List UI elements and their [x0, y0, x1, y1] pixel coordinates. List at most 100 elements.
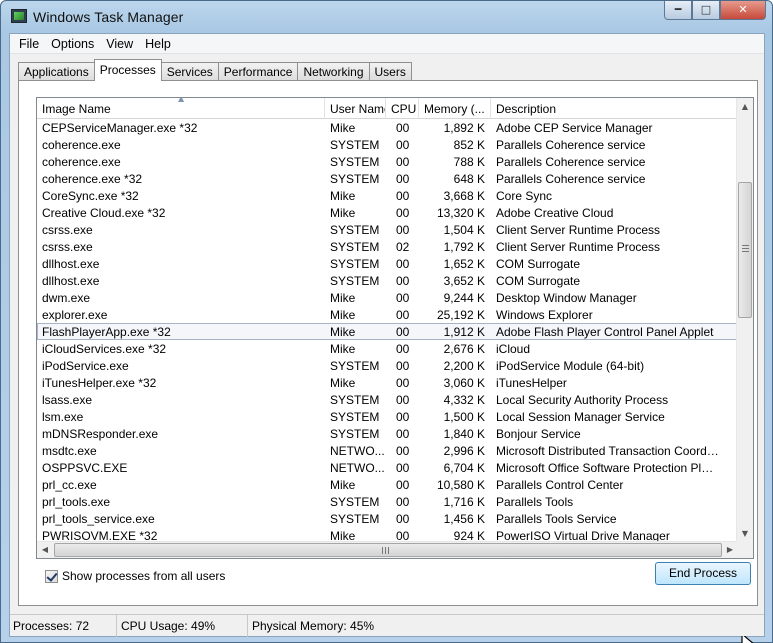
cell-user-name: NETWO... — [330, 460, 385, 475]
cell-description: Microsoft Office Software Protection Pla… — [496, 460, 719, 475]
cell-cpu: 00 — [396, 409, 410, 424]
table-row[interactable]: coherence.exe *32 SYSTEM 00 648 K Parallels … — [37, 170, 738, 187]
tab-performance[interactable]: Performance — [217, 62, 299, 81]
show-all-checkbox[interactable] — [45, 569, 58, 583]
cell-image-name: coherence.exe — [42, 154, 121, 169]
cell-description: iTunesHelper — [496, 375, 567, 390]
table-row[interactable]: coherence.exe SYSTEM 00 852 K Parallels Cohe… — [37, 136, 738, 153]
process-list[interactable]: ▲ Image Name User Name CPU Memory (... D… — [36, 97, 754, 559]
cell-memory: 9,244 K — [443, 290, 485, 305]
table-row[interactable]: csrss.exe SYSTEM 02 1,792 K Client Server Ru… — [37, 238, 738, 255]
window-title: Windows Task Manager — [33, 9, 184, 25]
horizontal-scroll-thumb[interactable] — [54, 543, 722, 557]
cell-description: Adobe Creative Cloud — [496, 205, 614, 220]
menu-options[interactable]: Options — [46, 34, 101, 53]
cell-user-name: SYSTEM — [330, 273, 380, 288]
cell-cpu: 00 — [396, 171, 410, 186]
table-row[interactable]: lsass.exe SYSTEM 00 4,332 K Local Security A… — [37, 391, 738, 408]
task-manager-window: Windows Task Manager ━ □ ✕ File Options … — [0, 0, 773, 643]
table-row[interactable]: coherence.exe SYSTEM 00 788 K Parallels Cohe… — [37, 153, 738, 170]
tab-users[interactable]: Users — [368, 62, 412, 81]
cell-description: Microsoft Distributed Transaction Coordi… — [496, 443, 719, 458]
cell-cpu: 00 — [396, 392, 410, 407]
vertical-scroll-thumb[interactable] — [738, 182, 752, 318]
table-row[interactable]: csrss.exe SYSTEM 00 1,504 K Client Server Ru… — [37, 221, 738, 238]
column-user-name[interactable]: User Name — [325, 98, 386, 119]
tab-networking[interactable]: Networking — [297, 62, 370, 81]
cell-cpu: 00 — [396, 222, 410, 237]
table-row[interactable]: CEPServiceManager.exe *32 Mike 00 1,892 K Ad… — [37, 119, 738, 136]
cell-cpu: 00 — [396, 426, 410, 441]
table-row[interactable]: prl_tools_service.exe SYSTEM 00 1,456 K Para… — [37, 510, 738, 527]
column-cpu[interactable]: CPU — [386, 98, 419, 119]
horizontal-scrollbar[interactable]: ◀ ▶ — [37, 541, 738, 558]
table-row[interactable]: iPodService.exe SYSTEM 00 2,200 K iPodServic… — [37, 357, 738, 374]
cell-cpu: 00 — [396, 324, 410, 339]
scroll-left-icon[interactable]: ◀ — [37, 542, 53, 558]
column-description[interactable]: Description — [491, 98, 738, 119]
table-row[interactable]: OSPPSVC.EXE NETWO... 00 6,704 K Microsoft Of… — [37, 459, 738, 476]
table-row[interactable]: dllhost.exe SYSTEM 00 1,652 K COM Surrogate — [37, 255, 738, 272]
minimize-button[interactable]: ━ — [664, 1, 692, 20]
table-row[interactable]: explorer.exe Mike 00 25,192 K Windows Explor… — [37, 306, 738, 323]
cell-user-name: SYSTEM — [330, 409, 380, 424]
show-all-processes-option[interactable]: Show processes from all users — [45, 569, 225, 583]
cell-description: Desktop Window Manager — [496, 290, 637, 305]
cell-memory: 13,320 K — [436, 205, 485, 220]
table-row[interactable]: iTunesHelper.exe *32 Mike 00 3,060 K iTunesH… — [37, 374, 738, 391]
cell-user-name: Mike — [330, 477, 356, 492]
table-row[interactable]: dwm.exe Mike 00 9,244 K Desktop Window Manag… — [37, 289, 738, 306]
cell-description: Parallels Tools — [496, 494, 574, 509]
table-row[interactable]: mDNSResponder.exe SYSTEM 00 1,840 K Bonjour … — [37, 425, 738, 442]
cell-image-name: coherence.exe *32 — [42, 171, 143, 186]
cell-description: Parallels Coherence service — [496, 137, 646, 152]
cell-cpu: 00 — [396, 341, 410, 356]
tab-services[interactable]: Services — [160, 62, 219, 81]
column-image-name[interactable]: ▲ Image Name — [37, 98, 325, 119]
tab-processes[interactable]: Processes — [93, 59, 162, 81]
cell-description: Client Server Runtime Process — [496, 222, 661, 237]
cell-description: COM Surrogate — [496, 256, 581, 271]
cell-user-name: Mike — [330, 120, 356, 135]
cell-image-name: iCloudServices.exe *32 — [42, 341, 167, 356]
tab-applications[interactable]: Applications — [18, 62, 95, 81]
cell-image-name: CoreSync.exe *32 — [42, 188, 139, 203]
end-process-button[interactable]: End Process — [655, 562, 751, 585]
cell-memory: 852 K — [453, 137, 485, 152]
menu-bar: File Options View Help — [10, 34, 764, 54]
table-row[interactable]: prl_cc.exe Mike 00 10,580 K Parallels Contro… — [37, 476, 738, 493]
cell-cpu: 00 — [396, 443, 410, 458]
cell-memory: 4,332 K — [443, 392, 485, 407]
title-bar[interactable]: Windows Task Manager ━ □ ✕ — [1, 1, 772, 33]
cell-image-name: prl_tools.exe — [42, 494, 111, 509]
menu-help[interactable]: Help — [140, 34, 178, 53]
cell-cpu: 00 — [396, 188, 410, 203]
maximize-button[interactable]: □ — [692, 1, 720, 20]
column-memory[interactable]: Memory (... — [419, 98, 491, 119]
table-row[interactable]: msdtc.exe NETWO... 00 2,996 K Microsoft Dist… — [37, 442, 738, 459]
scroll-down-icon[interactable]: ▼ — [737, 525, 753, 542]
close-button[interactable]: ✕ — [720, 1, 766, 20]
cell-description: COM Surrogate — [496, 273, 581, 288]
status-physical-memory: Physical Memory: 45% — [252, 619, 375, 633]
cell-user-name: SYSTEM — [330, 222, 380, 237]
table-row[interactable]: prl_tools.exe SYSTEM 00 1,716 K Parallels To… — [37, 493, 738, 510]
window-controls: ━ □ ✕ — [664, 1, 766, 21]
cell-image-name: Creative Cloud.exe *32 — [42, 205, 166, 220]
cell-memory: 2,996 K — [443, 443, 485, 458]
cell-cpu: 00 — [396, 256, 410, 271]
scrollbar-corner — [736, 541, 753, 558]
table-row[interactable]: lsm.exe SYSTEM 00 1,500 K Local Session Mana… — [37, 408, 738, 425]
menu-view[interactable]: View — [101, 34, 140, 53]
cell-memory: 2,676 K — [443, 341, 485, 356]
table-row[interactable]: FlashPlayerApp.exe *32 Mike 00 1,912 K Adobe… — [37, 323, 738, 340]
cell-image-name: dwm.exe — [42, 290, 91, 305]
cell-memory: 3,652 K — [443, 273, 485, 288]
table-row[interactable]: iCloudServices.exe *32 Mike 00 2,676 K iClou… — [37, 340, 738, 357]
table-row[interactable]: dllhost.exe SYSTEM 00 3,652 K COM Surrogate — [37, 272, 738, 289]
scroll-up-icon[interactable]: ▲ — [737, 98, 753, 115]
menu-file[interactable]: File — [14, 34, 46, 53]
table-row[interactable]: Creative Cloud.exe *32 Mike 00 13,320 K Adob… — [37, 204, 738, 221]
vertical-scrollbar[interactable]: ▲ ▼ — [736, 98, 753, 542]
table-row[interactable]: CoreSync.exe *32 Mike 00 3,668 K Core Sync — [37, 187, 738, 204]
